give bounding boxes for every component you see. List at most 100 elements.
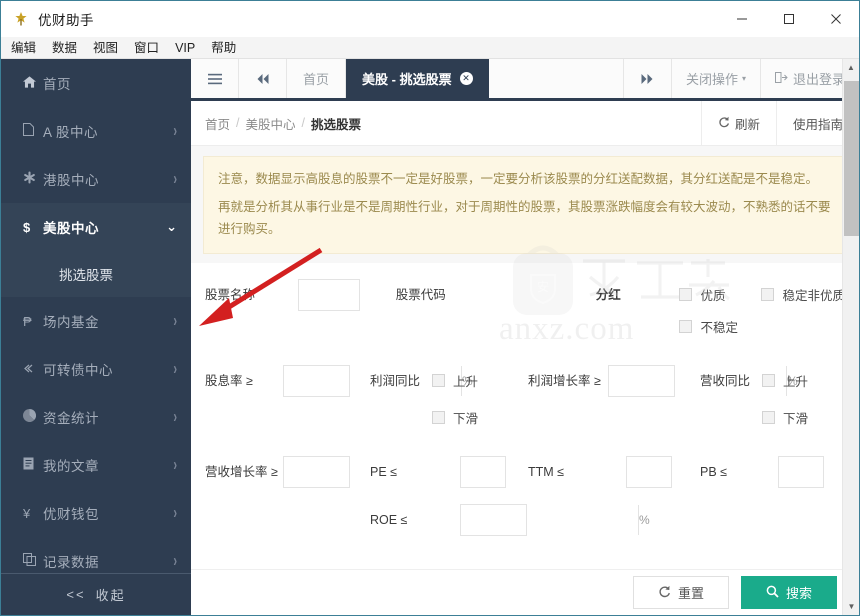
tab-label: 首页 bbox=[303, 72, 330, 87]
sidebar-subitem-label: 挑选股票 bbox=[59, 268, 113, 283]
breadcrumb-item-us-center[interactable]: 美股中心 bbox=[246, 114, 296, 133]
scroll-down-arrow[interactable]: ▼ bbox=[843, 598, 859, 615]
roe-label: ROE ≤ bbox=[370, 512, 408, 527]
chevron-right-icon: › bbox=[173, 503, 177, 523]
logout-label: 退出登录 bbox=[792, 72, 845, 87]
notice-line-2: 再就是分析其从事行业是不是周期性行业，对于周期性的股票，其股票涨跌幅度会有较大波… bbox=[218, 199, 831, 236]
roe-input[interactable] bbox=[461, 504, 638, 535]
sidebar-item-home[interactable]: 首页 bbox=[1, 59, 191, 107]
checkbox-box[interactable] bbox=[432, 374, 445, 388]
chevron-right-icon: › bbox=[173, 455, 177, 475]
checkbox-stable-non-quality[interactable]: 稳定非优质 bbox=[761, 279, 845, 311]
search-label: 搜索 bbox=[785, 586, 812, 601]
profit-growth-label: 利润增长率 ≥ bbox=[528, 373, 601, 388]
checkbox-revenue-up[interactable]: 上升 bbox=[762, 365, 808, 397]
scroll-up-arrow[interactable]: ▲ bbox=[843, 59, 859, 76]
dividend-rate-label: 股息率 ≥ bbox=[205, 373, 253, 388]
checkbox-box[interactable] bbox=[432, 411, 445, 425]
close-button[interactable] bbox=[812, 1, 859, 37]
checkbox-box[interactable] bbox=[761, 288, 775, 302]
ttm-label: TTM ≤ bbox=[528, 464, 565, 479]
dividend-rate-input-wrap[interactable]: % bbox=[283, 364, 473, 397]
field-profit-yoy: 利润同比 上升 下滑 bbox=[370, 365, 528, 434]
pe-input-wrap[interactable] bbox=[460, 455, 638, 488]
sidebar-item-a-share[interactable]: A 股中心 › bbox=[1, 107, 191, 155]
notice-wrapper: 注意，数据显示高股息的股票不一定是好股票，一定要分析该股票的分红送配数据，其分红… bbox=[191, 146, 859, 254]
form-row-2: 股息率 ≥ % 利润同比 上升 下滑 利润增长率 ≥ % 营收同比 上升 下滑 bbox=[205, 364, 845, 434]
sidebar-item-my-articles[interactable]: 我的文章 › bbox=[1, 441, 191, 489]
tab-close-icon[interactable]: ✕ bbox=[459, 72, 473, 85]
maximize-button[interactable] bbox=[765, 1, 812, 37]
form-row-1: 股票名称 股票代码 分红 优质 稳定非优质 不稳定 bbox=[205, 278, 845, 343]
sidebar-item-us-share[interactable]: $ 美股中心 ⌄ bbox=[1, 203, 191, 251]
revenue-growth-input-wrap[interactable]: % bbox=[283, 455, 473, 488]
double-chevron-right-icon[interactable] bbox=[624, 59, 672, 98]
checkbox-box[interactable] bbox=[762, 374, 775, 388]
checkbox-unstable[interactable]: 不稳定 bbox=[679, 311, 845, 343]
menu-item-view[interactable]: 视图 bbox=[85, 38, 126, 58]
field-pe: PE ≤ bbox=[370, 455, 638, 488]
sidebar-item-etf[interactable]: ₱ 场内基金 › bbox=[1, 297, 191, 345]
field-pb: PB ≤ bbox=[700, 455, 859, 488]
checkbox-quality[interactable]: 优质 bbox=[679, 279, 761, 311]
window-controls bbox=[718, 1, 859, 37]
profit-growth-input-wrap[interactable]: % bbox=[608, 364, 798, 397]
sidebar-collapse-button[interactable]: << 收起 bbox=[1, 573, 191, 615]
menu-item-data[interactable]: 数据 bbox=[44, 38, 85, 58]
menu-item-help[interactable]: 帮助 bbox=[203, 38, 244, 58]
scrollbar-thumb[interactable] bbox=[844, 81, 859, 236]
sidebar-item-convertible-bond[interactable]: 可转债中心 › bbox=[1, 345, 191, 393]
breadcrumb-bar: 首页 / 美股中心 / 挑选股票 刷新 使用指南 bbox=[191, 101, 859, 146]
sidebar-item-hk-share[interactable]: 港股中心 › bbox=[1, 155, 191, 203]
menu-item-vip[interactable]: VIP bbox=[167, 38, 203, 58]
form-footer: 重置 搜索 bbox=[191, 569, 859, 615]
field-ttm: TTM ≤ bbox=[528, 455, 804, 488]
chevron-down-icon: ⌄ bbox=[166, 219, 177, 234]
sidebar-item-fund-stats[interactable]: 资金统计 › bbox=[1, 393, 191, 441]
checkbox-label: 下滑 bbox=[453, 412, 479, 427]
search-icon bbox=[766, 585, 779, 601]
sidebar-item-label: 优财钱包 bbox=[43, 507, 99, 522]
title-bar: 优财助手 bbox=[1, 1, 859, 37]
refresh-button[interactable]: 刷新 bbox=[700, 101, 776, 145]
menu-item-window[interactable]: 窗口 bbox=[126, 38, 167, 58]
reset-button[interactable]: 重置 bbox=[633, 576, 729, 609]
checkbox-box[interactable] bbox=[679, 288, 693, 302]
checkbox-label: 优质 bbox=[700, 289, 726, 304]
search-button[interactable]: 搜索 bbox=[741, 576, 837, 609]
sidebar: 首页 A 股中心 › 港股中心 › $ 美股中心 ⌄ 挑选股票 ₱ 场内基金 ›… bbox=[1, 59, 191, 615]
stock-name-input-wrap[interactable] bbox=[298, 278, 476, 311]
collapse-arrows: << bbox=[66, 587, 86, 602]
checkbox-profit-up[interactable]: 上升 bbox=[432, 365, 478, 397]
chevron-right-icon: › bbox=[173, 359, 177, 379]
pb-input-wrap[interactable] bbox=[778, 455, 859, 488]
refresh-icon bbox=[718, 116, 730, 131]
close-operations-dropdown[interactable]: 关闭操作 ▾ bbox=[672, 59, 761, 98]
minimize-button[interactable] bbox=[718, 1, 765, 37]
revenue-yoy-label: 营收同比 bbox=[700, 373, 751, 388]
menu-item-edit[interactable]: 编辑 bbox=[3, 38, 44, 58]
roe-input-wrap[interactable]: % bbox=[460, 503, 650, 536]
field-profit-growth: 利润增长率 ≥ % bbox=[528, 364, 798, 397]
checkbox-box[interactable] bbox=[679, 320, 693, 334]
ttm-input-wrap[interactable] bbox=[626, 455, 804, 488]
vertical-scrollbar[interactable]: ▲ ▼ bbox=[842, 59, 859, 615]
tab-home[interactable]: 首页 bbox=[287, 59, 347, 98]
checkbox-profit-down[interactable]: 下滑 bbox=[432, 402, 478, 434]
user-guide-label: 使用指南 bbox=[792, 117, 843, 132]
sidebar-item-wallet[interactable]: ¥ 优财钱包 › bbox=[1, 489, 191, 537]
double-chevron-left-icon[interactable] bbox=[239, 59, 287, 98]
app-logo-icon bbox=[11, 9, 31, 29]
checkbox-box[interactable] bbox=[762, 411, 775, 425]
breadcrumb-item-home[interactable]: 首页 bbox=[205, 114, 230, 133]
sidebar-subitem-pick-stocks[interactable]: 挑选股票 bbox=[1, 251, 191, 297]
tab-us-pick-stocks[interactable]: 美股 - 挑选股票 ✕ bbox=[346, 59, 489, 98]
hamburger-icon[interactable] bbox=[191, 59, 239, 98]
link-icon bbox=[23, 362, 43, 377]
checkbox-revenue-down[interactable]: 下滑 bbox=[762, 402, 808, 434]
peso-icon: ₱ bbox=[23, 313, 32, 329]
chevron-right-icon: › bbox=[173, 407, 177, 427]
home-icon bbox=[23, 75, 43, 91]
stock-code-input-wrap[interactable] bbox=[488, 278, 667, 311]
notice-line-1: 注意，数据显示高股息的股票不一定是好股票，一定要分析该股票的分红送配数据，其分红… bbox=[218, 172, 819, 186]
